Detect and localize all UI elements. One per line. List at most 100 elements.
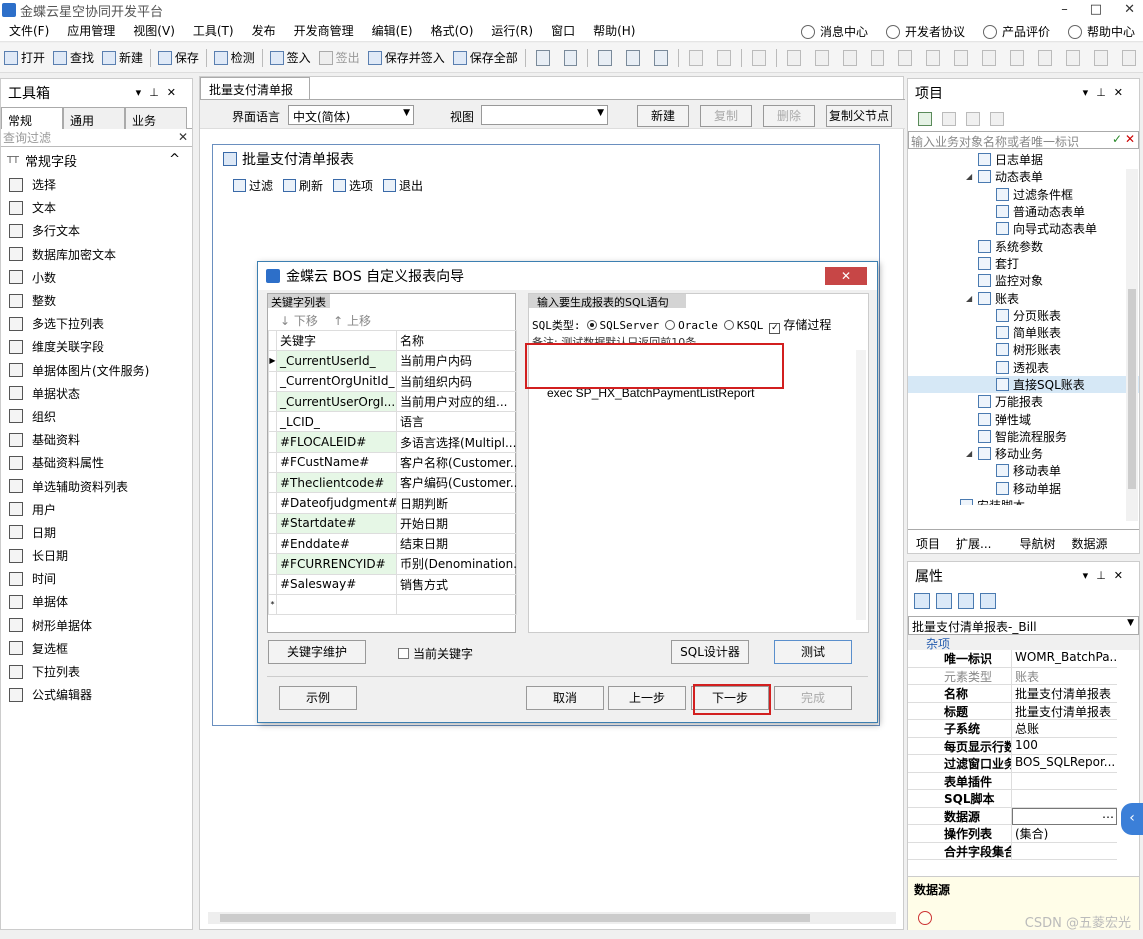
example-button[interactable]: 示例	[279, 686, 357, 710]
help-center-link[interactable]: 帮助中心	[1067, 23, 1135, 40]
property-row[interactable]: 表单插件	[908, 772, 1139, 790]
name-cell[interactable]: 当前用户内码	[396, 350, 517, 372]
refresh-button[interactable]: 刷新	[283, 177, 323, 194]
menu-publish[interactable]: 发布	[243, 22, 285, 39]
stored-proc-checkbox[interactable]: ✓ 存储过程	[769, 316, 831, 334]
finish-button[interactable]: 完成	[774, 686, 852, 710]
clear-icon[interactable]: ✕	[1125, 132, 1135, 146]
keyword-tab[interactable]: 关键字列表	[268, 294, 330, 309]
toolbox-item[interactable]: 公式编辑器	[1, 683, 192, 706]
toolbox-item[interactable]: 多行文本	[1, 219, 192, 242]
new-view-button[interactable]: 新建	[637, 105, 689, 127]
align-left-icon[interactable]	[786, 49, 801, 66]
radio-ksql[interactable]: KSQL	[723, 319, 763, 332]
redo-icon[interactable]	[717, 49, 731, 66]
move-down-button[interactable]: ↓ 下移	[280, 314, 318, 328]
panel-pin-close-icons[interactable]: ▾⊥✕	[1083, 569, 1131, 582]
tree-item[interactable]: 分页账表	[908, 307, 1139, 324]
horizontal-scrollbar[interactable]	[208, 912, 896, 924]
table-row[interactable]: #Theclientcode# 客户编码(Customer...	[268, 472, 517, 494]
menu-edit[interactable]: 编辑(E)	[363, 22, 422, 39]
table-row[interactable]: ▶ _CurrentUserId_ 当前用户内码	[268, 350, 517, 372]
delete-view-button[interactable]: 删除	[763, 105, 815, 127]
col-keyword-header[interactable]: 关键字	[276, 329, 397, 352]
refresh-icon[interactable]	[918, 112, 932, 126]
form-icon[interactable]	[535, 49, 550, 66]
toolbox-item[interactable]: 长日期	[1, 544, 192, 567]
tab-general[interactable]: 常规	[1, 107, 63, 129]
property-value[interactable]	[1012, 773, 1117, 790]
options-button[interactable]: 选项	[333, 177, 373, 194]
keyword-cell[interactable]: #FCURRENCYID#	[276, 553, 397, 575]
table-row[interactable]: _CurrentUserOrgI... 当前用户对应的组...	[268, 390, 517, 413]
save-checkin-button[interactable]: 保存并签入	[364, 49, 449, 66]
tree-item[interactable]: 树形账表	[908, 341, 1139, 358]
minimize-button[interactable]: –	[1061, 2, 1068, 17]
row-header[interactable]	[268, 451, 277, 474]
name-cell[interactable]: 客户编码(Customer...	[396, 472, 517, 494]
menu-tools[interactable]: 工具(T)	[184, 22, 243, 39]
toolbox-filter-input[interactable]: 查询过滤 ✕	[1, 129, 192, 147]
layout-icon[interactable]	[1094, 49, 1109, 66]
maximize-button[interactable]: □	[1090, 2, 1102, 17]
scroll-thumb[interactable]	[1128, 289, 1136, 489]
keyword-cell[interactable]: #Enddate#	[276, 532, 397, 555]
arrow-down-icon[interactable]	[990, 112, 1004, 126]
expand-toggle-icon[interactable]: ◢	[966, 449, 972, 458]
toolbox-item[interactable]: 单据状态	[1, 382, 192, 405]
property-value[interactable]: WOMR_BatchPa...	[1012, 650, 1117, 668]
property-row[interactable]: 子系统 总账	[908, 720, 1139, 738]
sql-scrollbar[interactable]	[856, 350, 866, 620]
sql-tab[interactable]: 输入要生成报表的SQL语句	[529, 294, 686, 309]
toolbox-item[interactable]: 维度关联字段	[1, 335, 192, 358]
align-center-icon[interactable]	[814, 49, 829, 66]
property-row[interactable]: 合并字段集合	[908, 842, 1139, 860]
keyword-cell[interactable]: _CurrentUserId_	[276, 350, 397, 372]
keyword-cell[interactable]: _LCID_	[276, 411, 397, 433]
spacing-icon[interactable]	[1038, 49, 1053, 66]
toolbox-item[interactable]: 日期	[1, 521, 192, 544]
tab-datasource[interactable]: 数据源	[1063, 530, 1115, 553]
same-width-icon[interactable]	[954, 49, 969, 66]
message-center-link[interactable]: 消息中心	[800, 23, 868, 40]
tab-business[interactable]: 业务	[125, 107, 187, 129]
radio-oracle[interactable]: Oracle	[665, 319, 718, 332]
table-row[interactable]: #FLOCALEID# 多语言选择(Multipl...	[268, 431, 517, 453]
name-cell[interactable]: 开始日期	[396, 512, 517, 534]
table-row[interactable]: #Startdate# 开始日期	[268, 512, 517, 534]
row-header[interactable]	[268, 411, 277, 433]
tree-item[interactable]: ◢ 移动业务	[908, 445, 1139, 462]
keyword-cell[interactable]: #FCustName#	[276, 451, 397, 474]
tree-item[interactable]: 过滤条件框	[908, 186, 1139, 203]
test-button[interactable]: 测试	[774, 640, 852, 664]
toolbox-item[interactable]: 复选框	[1, 637, 192, 660]
menu-developer[interactable]: 开发商管理	[285, 22, 363, 39]
tree-item[interactable]: 监控对象	[908, 272, 1139, 289]
keyword-cell[interactable]: #Theclientcode#	[276, 472, 397, 494]
row-header[interactable]	[268, 472, 277, 494]
arrow-up-icon[interactable]	[966, 112, 980, 126]
toolbox-item[interactable]: 文本	[1, 196, 192, 219]
export-icon[interactable]	[654, 49, 669, 66]
tree-item[interactable]: 普通动态表单	[908, 203, 1139, 220]
property-value[interactable]: (集合)	[1012, 825, 1117, 843]
align-bottom-icon[interactable]	[926, 49, 941, 66]
view-select[interactable]: ▼	[481, 105, 608, 125]
panel-pin-close-icons[interactable]: ▾⊥✕	[136, 86, 184, 99]
undo-icon[interactable]	[689, 49, 704, 66]
tree-item[interactable]: ◢ 账表	[908, 289, 1139, 306]
row-header[interactable]: ▶	[268, 350, 277, 372]
toolbox-item[interactable]: 整数	[1, 289, 192, 312]
row-header[interactable]	[268, 532, 277, 555]
save-all-button[interactable]: 保存全部	[449, 49, 522, 66]
menu-run[interactable]: 运行(R)	[482, 22, 542, 39]
property-row[interactable]: 每页显示行数 100	[908, 737, 1139, 755]
check-button[interactable]: 检测	[210, 49, 259, 66]
more-icon[interactable]	[1122, 49, 1137, 66]
name-cell[interactable]: 币别(Denomination...	[396, 553, 517, 575]
delete-icon[interactable]	[751, 49, 766, 66]
tree-item[interactable]: 移动表单	[908, 462, 1139, 479]
copy-parent-button[interactable]: 复制父节点	[826, 105, 892, 127]
exit-button[interactable]: 退出	[383, 177, 423, 194]
sheet-icon[interactable]	[563, 49, 578, 66]
